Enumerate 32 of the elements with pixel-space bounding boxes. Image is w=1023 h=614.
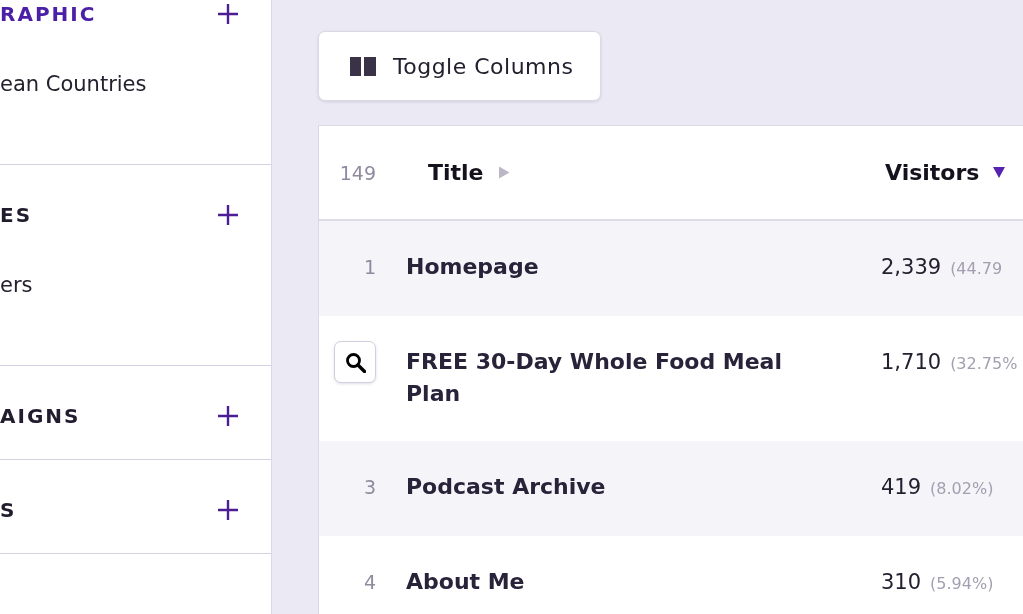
section-heading[interactable]: ES bbox=[0, 201, 33, 229]
search-button[interactable] bbox=[334, 341, 376, 383]
page-title: Homepage bbox=[406, 253, 540, 281]
section-heading[interactable]: S bbox=[0, 496, 17, 524]
visitor-count: 2,339 bbox=[881, 254, 942, 281]
plus-icon[interactable] bbox=[217, 3, 239, 25]
visitor-percentage: (44.79 bbox=[950, 258, 1003, 280]
section-heading[interactable]: RAPHIC bbox=[0, 0, 97, 28]
toggle-columns-button[interactable]: Toggle Columns bbox=[318, 31, 602, 101]
plus-icon[interactable] bbox=[217, 405, 239, 427]
visitor-percentage: (32.75% bbox=[950, 353, 1018, 375]
visitor-percentage: (8.02%) bbox=[930, 478, 994, 500]
column-header[interactable]: Visitors bbox=[885, 160, 1006, 185]
search-icon bbox=[344, 351, 366, 373]
plus-icon[interactable] bbox=[217, 499, 239, 521]
columns-icon bbox=[350, 56, 376, 76]
page-title: FREE 30-Day Whole Food Meal Plan bbox=[406, 348, 783, 408]
sidebar-item[interactable]: ean Countries bbox=[0, 69, 271, 99]
row-count: 149 bbox=[339, 161, 376, 184]
visitor-count: 419 bbox=[881, 474, 922, 501]
section-heading[interactable]: AIGNS bbox=[0, 402, 81, 430]
visitor-percentage: (5.94%) bbox=[930, 573, 994, 595]
row-number: 4 bbox=[363, 570, 376, 595]
page-title: About Me bbox=[406, 568, 526, 596]
sidebar-item[interactable]: ers bbox=[0, 270, 271, 300]
visitor-count: 310 bbox=[881, 569, 922, 596]
column-header[interactable]: Title bbox=[428, 160, 510, 185]
row-number: 3 bbox=[363, 475, 376, 500]
visitor-count: 1,710 bbox=[881, 349, 942, 376]
row-number: 1 bbox=[363, 255, 376, 280]
plus-icon[interactable] bbox=[217, 204, 239, 226]
page-title: Podcast Archive bbox=[406, 473, 607, 501]
